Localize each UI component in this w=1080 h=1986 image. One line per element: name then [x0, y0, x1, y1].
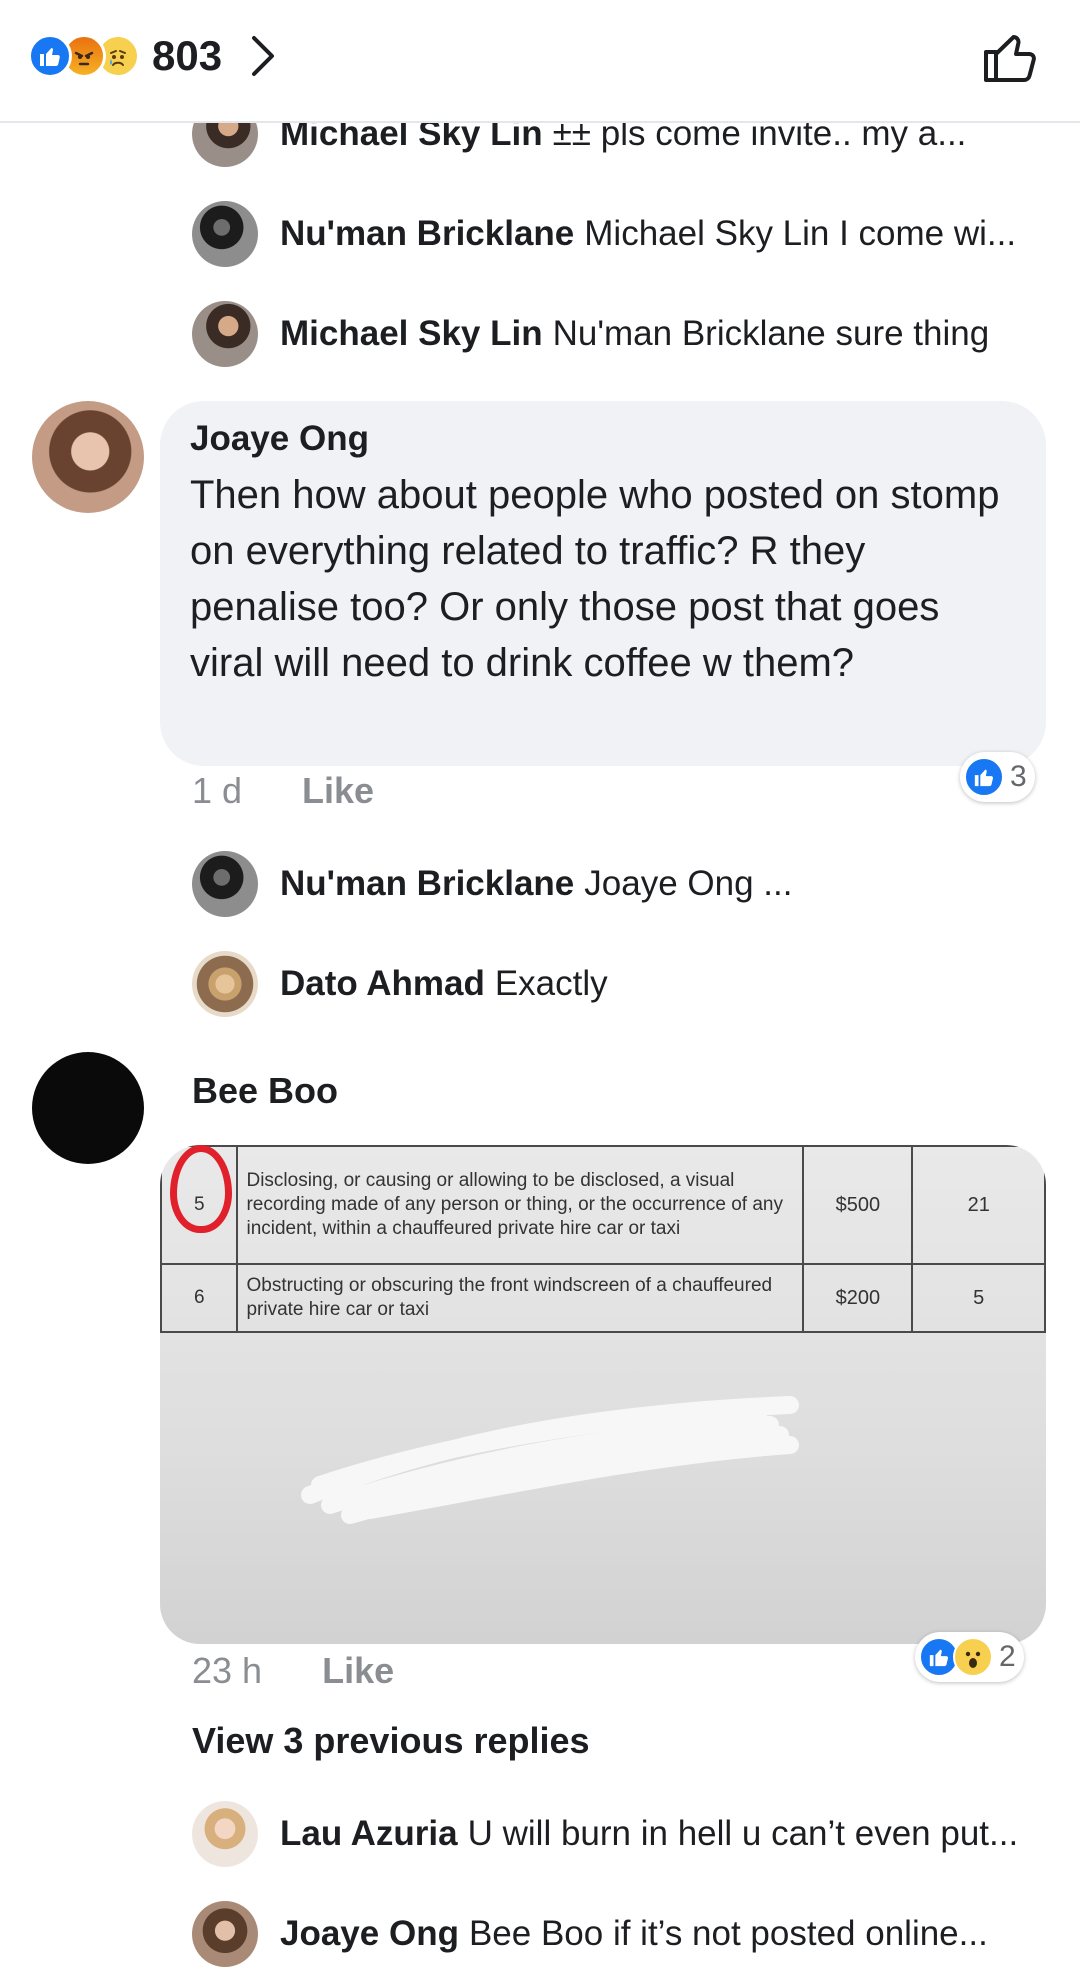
- comment-reaction-count[interactable]: 2: [915, 1632, 1024, 1682]
- reply-author[interactable]: Michael Sky Lin: [280, 314, 543, 353]
- reply-body: Bee Boo if it’s not posted online...: [468, 1914, 988, 1953]
- reply-text: Joaye Ong Bee Boo if it’s not posted onli…: [280, 1914, 988, 1954]
- reply-text: Michael Sky Lin Nu'man Bricklane sure thi…: [280, 314, 989, 354]
- reply-item[interactable]: Nu'man Bricklane Joaye Ong ...: [192, 850, 1052, 918]
- table-cell-points: 5: [911, 1263, 1046, 1333]
- reply-author[interactable]: Joaye Ong: [280, 1914, 459, 1953]
- reply-item[interactable]: Dato Ahmad Exactly: [192, 950, 1052, 1018]
- reply-text: Lau Azuria U will burn in hell u can’t ev…: [280, 1814, 1018, 1854]
- table-cell-amount: $200: [802, 1263, 914, 1333]
- reply-body: Nu'man Bricklane sure thing: [552, 314, 990, 353]
- like-reaction-icon: [28, 34, 72, 78]
- reply-item[interactable]: Michael Sky Lin Nu'man Bricklane sure thi…: [192, 300, 1052, 368]
- redaction-scribble: [301, 1396, 799, 1524]
- avatar[interactable]: [192, 851, 258, 917]
- reactions-summary[interactable]: 803: [28, 32, 280, 80]
- wow-reaction-icon: [953, 1637, 993, 1677]
- reply-author[interactable]: Nu'man Bricklane: [280, 864, 574, 903]
- reply-author[interactable]: Nu'man Bricklane: [280, 214, 574, 253]
- reply-body: Joaye Ong ...: [584, 864, 793, 903]
- like-button[interactable]: Like: [302, 770, 374, 812]
- reply-body: U will burn in hell u can’t even put...: [467, 1814, 1019, 1853]
- like-reaction-icon: [964, 757, 1004, 797]
- red-circle-annotation: [170, 1145, 232, 1233]
- table-cell-no: 6: [160, 1263, 239, 1333]
- reaction-count: 803: [152, 32, 223, 79]
- reactions-header: 803: [0, 0, 1080, 123]
- table-row: 5 Disclosing, or causing or allowing to …: [160, 1145, 1046, 1265]
- reply-author[interactable]: Lau Azuria: [280, 1814, 458, 1853]
- reply-item[interactable]: Nu'man Bricklane Michael Sky Lin I come w…: [192, 200, 1052, 268]
- comment-time: 1 d: [192, 770, 243, 811]
- avatar[interactable]: [192, 1801, 258, 1867]
- avatar[interactable]: [32, 401, 144, 513]
- avatar[interactable]: [192, 1901, 258, 1967]
- avatar[interactable]: [32, 1052, 144, 1164]
- table-cell-points: 21: [911, 1145, 1046, 1265]
- table-cell-desc: Obstructing or obscuring the front winds…: [236, 1263, 805, 1333]
- table-row: 6 Obstructing or obscuring the front win…: [160, 1263, 1046, 1333]
- chevron-right-icon[interactable]: [250, 32, 280, 80]
- reply-text: Nu'man Bricklane Michael Sky Lin I come w…: [280, 214, 1016, 254]
- table-cell-desc: Disclosing, or causing or allowing to be…: [236, 1145, 805, 1265]
- comment-meta: 1 d Like: [192, 770, 374, 812]
- avatar[interactable]: [192, 951, 258, 1017]
- comment-author[interactable]: Joaye Ong: [190, 419, 1016, 459]
- reaction-number: 2: [999, 1640, 1016, 1673]
- avatar[interactable]: [192, 201, 258, 267]
- reply-body: Michael Sky Lin I come wi...: [584, 214, 1017, 253]
- reply-body: Exactly: [494, 964, 608, 1003]
- comment-author[interactable]: Bee Boo: [192, 1070, 338, 1112]
- comment-meta: 23 h Like: [192, 1650, 394, 1692]
- view-previous-replies-link[interactable]: View 3 previous replies: [192, 1720, 590, 1762]
- reply-item[interactable]: Joaye Ong Bee Boo if it’s not posted onli…: [192, 1900, 1052, 1968]
- comment-reaction-count[interactable]: 3: [960, 752, 1035, 802]
- thumbs-up-icon[interactable]: [980, 26, 1040, 86]
- avatar[interactable]: [192, 301, 258, 367]
- reply-author[interactable]: Dato Ahmad: [280, 964, 485, 1003]
- comment-text: Then how about people who posted on stom…: [190, 473, 1000, 685]
- like-button[interactable]: Like: [322, 1650, 394, 1692]
- photo-table: 5 Disclosing, or causing or allowing to …: [160, 1145, 1046, 1333]
- comment-bubble[interactable]: Joaye Ong Then how about people who post…: [160, 401, 1046, 766]
- reaction-number: 3: [1010, 760, 1027, 793]
- reply-text: Dato Ahmad Exactly: [280, 964, 608, 1004]
- reply-item[interactable]: Lau Azuria U will burn in hell u can’t ev…: [192, 1800, 1052, 1868]
- table-cell-amount: $500: [802, 1145, 914, 1265]
- comment-time: 23 h: [192, 1650, 263, 1691]
- comment-photo[interactable]: 5 Disclosing, or causing or allowing to …: [160, 1145, 1046, 1644]
- reply-text: Nu'man Bricklane Joaye Ong ...: [280, 864, 792, 904]
